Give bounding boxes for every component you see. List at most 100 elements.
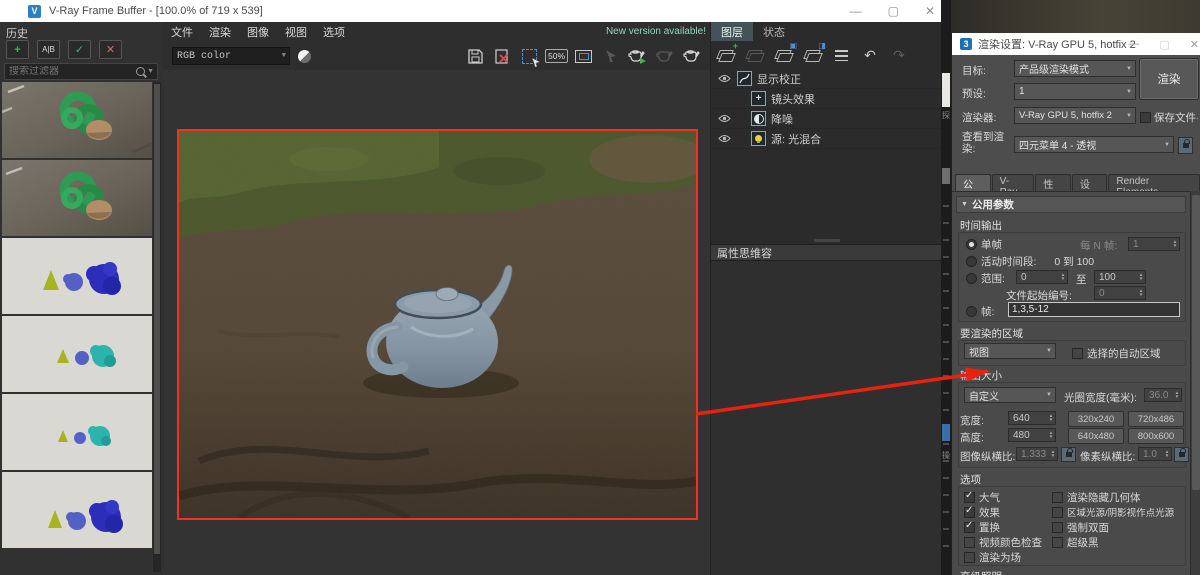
- clear-image-icon[interactable]: [492, 46, 513, 66]
- minimize-icon[interactable]: —: [1128, 38, 1139, 50]
- every-n-spinner[interactable]: 1 ▲ ▼: [1128, 237, 1180, 251]
- render-hidden-checkbox[interactable]: 渲染隐藏几何体: [1052, 490, 1141, 505]
- history-scrollbar[interactable]: [153, 82, 161, 572]
- image-aspect-spinner[interactable]: 1.333 ▲ ▼: [1016, 447, 1058, 461]
- history-save-button[interactable]: +: [6, 40, 29, 59]
- preset-800x600-button[interactable]: 800x600: [1128, 428, 1184, 444]
- menu-view[interactable]: 视图: [277, 24, 315, 40]
- history-thumbnail-blobs-4[interactable]: [2, 472, 152, 548]
- maximize-icon[interactable]: ▢: [888, 4, 899, 18]
- history-remove-button[interactable]: ✕: [99, 40, 122, 59]
- preset-dropdown[interactable]: 1 ▼: [1014, 83, 1136, 100]
- layer-row-source-lightmix[interactable]: 源: 光混合: [711, 129, 942, 149]
- tab-layers[interactable]: 图层: [711, 22, 753, 41]
- viewport-lock-icon[interactable]: [1178, 137, 1193, 154]
- viewport-dropdown[interactable]: 四元菜单 4 - 透视 ▼: [1014, 136, 1174, 153]
- layer-list-icon[interactable]: [831, 46, 851, 64]
- add-layer-icon[interactable]: +: [715, 42, 738, 64]
- active-time-radio[interactable]: 活动时间段: 0 到 100: [966, 254, 1094, 269]
- chevron-down-icon[interactable]: ▼: [147, 68, 154, 75]
- tab-status[interactable]: 状态: [753, 22, 795, 41]
- renderer-dropdown[interactable]: V-Ray GPU 5, hotfix 2 ▼: [1014, 107, 1136, 124]
- history-set-a-button[interactable]: ✓: [68, 40, 91, 59]
- output-mode-dropdown[interactable]: 自定义 ▼: [964, 387, 1056, 403]
- pixel-aspect-spinner[interactable]: 1.0 ▲ ▼: [1138, 447, 1172, 461]
- area-mode-dropdown[interactable]: 视图 ▼: [964, 343, 1056, 359]
- layer-row-denoiser[interactable]: 降噪: [711, 109, 942, 129]
- vfb-titlebar[interactable]: V V-Ray Frame Buffer - [100.0% of 719 x …: [0, 0, 941, 22]
- range-to-spinner[interactable]: 100 ▲ ▼: [1094, 270, 1146, 284]
- display-correction-sphere-icon[interactable]: [298, 49, 311, 63]
- region-render-icon[interactable]: [519, 46, 541, 67]
- force-two-sided-checkbox[interactable]: 强制双面: [1052, 520, 1109, 535]
- common-parameters-rollout[interactable]: ▼ 公用参数: [956, 196, 1186, 213]
- close-icon[interactable]: ✕: [1190, 38, 1199, 51]
- delete-layer-icon[interactable]: [744, 46, 765, 64]
- save-layer-tree-icon[interactable]: ▣: [773, 42, 797, 64]
- frames-input[interactable]: 1,3,5-12: [1008, 302, 1180, 317]
- menu-render[interactable]: 渲染: [201, 24, 239, 40]
- zoom-level-button[interactable]: 50%: [545, 46, 569, 66]
- render-teapot-icon[interactable]: [681, 46, 702, 66]
- save-file-browse-button[interactable]: ...: [1190, 110, 1199, 122]
- history-thumbnail-blobs-3[interactable]: [2, 394, 152, 470]
- follow-mouse-icon[interactable]: [600, 46, 621, 66]
- panel-splitter[interactable]: [711, 237, 942, 244]
- preset-720x486-button[interactable]: 720x486: [1128, 411, 1184, 427]
- settings-scrollbar[interactable]: [1190, 191, 1200, 575]
- layer-row-lens-effects[interactable]: + 镜头效果: [711, 89, 942, 109]
- tab-settings[interactable]: 设置: [1071, 174, 1108, 206]
- history-thumbnail-blobs-2[interactable]: [2, 316, 152, 392]
- channel-dropdown[interactable]: RGB color ▼: [172, 47, 290, 65]
- search-input[interactable]: [5, 66, 137, 77]
- redo-icon[interactable]: ↷: [889, 46, 909, 64]
- single-frame-radio[interactable]: 单帧: [966, 237, 1002, 252]
- pixel-aspect-lock-icon[interactable]: [1174, 447, 1189, 462]
- auto-region-checkbox[interactable]: 选择的自动区域: [1072, 346, 1161, 361]
- tab-vray[interactable]: V-Ray: [991, 174, 1035, 198]
- new-version-link[interactable]: New version available!: [606, 26, 706, 37]
- super-black-checkbox[interactable]: 超级黑: [1052, 535, 1099, 550]
- fit-to-window-icon[interactable]: [573, 46, 594, 66]
- frames-radio[interactable]: 帧:: [966, 304, 994, 319]
- tab-performance[interactable]: 性能: [1035, 174, 1071, 206]
- image-aspect-lock-icon[interactable]: [1061, 447, 1076, 462]
- history-thumbnail-asphalt-1[interactable]: [2, 82, 152, 158]
- range-radio[interactable]: 范围:: [966, 271, 1005, 286]
- history-thumbnail-asphalt-2[interactable]: [2, 160, 152, 236]
- target-dropdown[interactable]: 产品级渲染模式 ▼: [1014, 60, 1136, 77]
- render-settings-titlebar[interactable]: 3 渲染设置: V-Ray GPU 5, hotfix 2 — ▢ ✕: [952, 33, 1200, 55]
- save-file-checkbox[interactable]: 保存文件: [1140, 110, 1196, 125]
- abort-render-teapot-icon[interactable]: [654, 46, 675, 66]
- layer-row-display-correction[interactable]: 显示校正: [711, 69, 942, 89]
- history-ab-compare-button[interactable]: A|B: [37, 40, 60, 59]
- menu-image[interactable]: 图像: [239, 24, 277, 40]
- video-color-check-checkbox[interactable]: 视频颜色检查: [964, 535, 1042, 550]
- tab-render-elements[interactable]: Render Elements: [1108, 174, 1200, 198]
- render-image[interactable]: [177, 129, 698, 520]
- close-icon[interactable]: ✕: [925, 4, 935, 18]
- atmospherics-checkbox[interactable]: 大气: [964, 490, 1000, 505]
- range-from-spinner[interactable]: 0 ▲ ▼: [1016, 270, 1068, 284]
- menu-file[interactable]: 文件: [163, 24, 201, 40]
- history-thumbnail-blobs-1[interactable]: [2, 238, 152, 314]
- file-start-spinner[interactable]: 0 ▲ ▼: [1094, 286, 1146, 300]
- aperture-spinner[interactable]: 36.0 ▲ ▼: [1144, 388, 1182, 402]
- tab-common[interactable]: 公用: [955, 174, 991, 206]
- displacement-checkbox[interactable]: 置换: [964, 520, 1000, 535]
- history-search[interactable]: ▼: [4, 63, 158, 80]
- maximize-icon[interactable]: ▢: [1159, 38, 1169, 51]
- save-image-icon[interactable]: [465, 46, 486, 66]
- width-spinner[interactable]: 640 ▲ ▼: [1008, 411, 1056, 425]
- load-layer-tree-icon[interactable]: ◨: [802, 42, 826, 64]
- height-spinner[interactable]: 480 ▲ ▼: [1008, 428, 1056, 442]
- menu-options[interactable]: 选项: [315, 24, 353, 40]
- render-button[interactable]: 渲染: [1139, 58, 1199, 100]
- area-lights-checkbox[interactable]: 区域光源/阴影视作点光源: [1052, 505, 1174, 519]
- effects-checkbox[interactable]: 效果: [964, 505, 1000, 520]
- minimize-icon[interactable]: —: [850, 4, 862, 18]
- preset-320x240-button[interactable]: 320x240: [1068, 411, 1124, 427]
- render-last-teapot-icon[interactable]: [627, 46, 648, 66]
- preset-640x480-button[interactable]: 640x480: [1068, 428, 1124, 444]
- undo-icon[interactable]: ↶: [860, 46, 880, 64]
